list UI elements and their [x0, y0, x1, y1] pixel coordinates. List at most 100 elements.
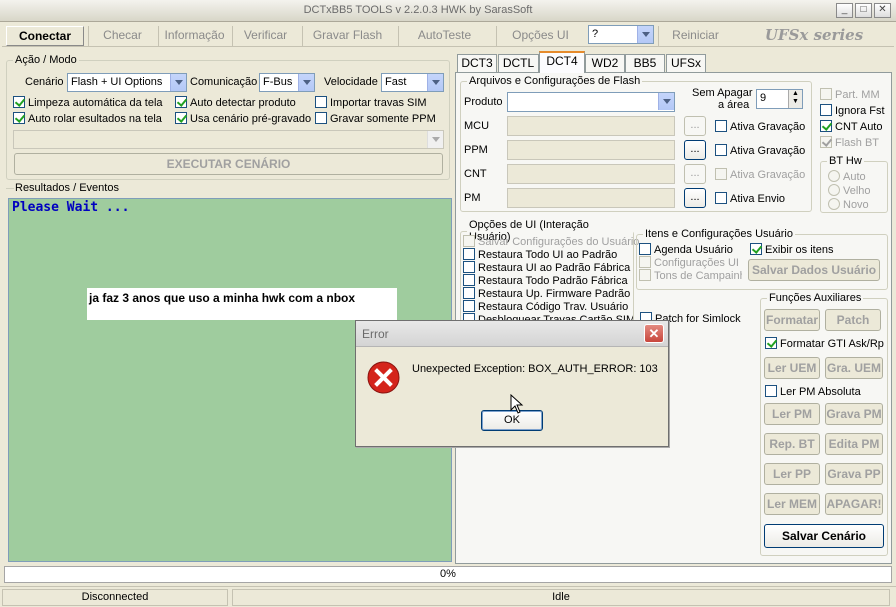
reiniciar-button[interactable]: Reiniciar: [658, 26, 732, 46]
tab-wd2[interactable]: WD2: [585, 54, 625, 72]
ppm-ativa-gravacao-checkbox[interactable]: Ativa Gravação: [715, 144, 805, 157]
salvar-cenario-button[interactable]: Salvar Cenário: [764, 524, 884, 548]
cnt-label: CNT: [464, 168, 487, 180]
tab-bb5[interactable]: BB5: [625, 54, 665, 72]
ui-option-0[interactable]: Salvar Configurações do Usuário: [463, 235, 639, 248]
patch-button[interactable]: Patch: [825, 309, 881, 331]
formatar-button[interactable]: Formatar: [764, 309, 820, 331]
bt-novo-radio[interactable]: Novo: [828, 198, 869, 211]
formatar-gti-checkbox[interactable]: Formatar GTI Ask/Rp: [765, 337, 884, 350]
dialog-close-icon[interactable]: ✕: [644, 324, 664, 343]
ler-pp-button[interactable]: Ler PP: [764, 463, 820, 485]
apagar-button[interactable]: APAGAR!: [825, 493, 883, 515]
close-icon[interactable]: ✕: [874, 3, 891, 18]
ppm-browse-button[interactable]: ...: [684, 140, 706, 160]
executar-cenario-button[interactable]: EXECUTAR CENÁRIO: [14, 153, 443, 175]
rep-bt-button[interactable]: Rep. BT: [764, 433, 820, 455]
mcu-ativa-gravacao-checkbox[interactable]: Ativa Gravação: [715, 120, 805, 133]
ppm-ativa-label: Ativa Gravação: [730, 145, 806, 157]
ui-option-label: Restaura Todo Padrão Fábrica: [478, 275, 628, 287]
mcu-file-field[interactable]: [507, 116, 675, 136]
cnt-ativa-gravacao-checkbox[interactable]: Ativa Gravação: [715, 168, 805, 181]
cnt-auto-checkbox[interactable]: CNT Auto: [820, 120, 883, 133]
checar-button[interactable]: Checar: [88, 26, 156, 46]
config-ui-checkbox[interactable]: Configurações UI: [639, 256, 739, 269]
gravar-ppm-checkbox[interactable]: Gravar somente PPM: [315, 112, 436, 125]
ler-pm-absoluta-checkbox[interactable]: Ler PM Absoluta: [765, 385, 861, 398]
usa-cenario-checkbox[interactable]: Usa cenário pré-gravado: [175, 112, 311, 125]
mcu-browse-button[interactable]: ...: [684, 116, 706, 136]
verificar-button[interactable]: Verificar: [232, 26, 298, 46]
minimize-icon[interactable]: _: [836, 3, 853, 18]
ignora-fst-checkbox[interactable]: Ignora Fst: [820, 104, 885, 117]
progress-bar: 0%: [4, 566, 892, 583]
salvar-dados-button[interactable]: Salvar Dados Usuário: [748, 259, 880, 281]
gravar-flash-button[interactable]: Gravar Flash: [302, 26, 392, 46]
chevron-down-icon: [427, 131, 443, 148]
velocidade-label: Velocidade: [324, 76, 378, 88]
comunicacao-select[interactable]: F-Bus: [259, 73, 315, 92]
checkbox-icon: [639, 256, 651, 268]
checkbox-icon: [463, 287, 475, 299]
limpeza-checkbox[interactable]: Limpeza automática da tela: [13, 96, 163, 109]
tons-checkbox[interactable]: Tons de Campainha: [639, 269, 742, 282]
agenda-checkbox[interactable]: Agenda Usuário: [639, 243, 733, 256]
cenario-select[interactable]: Flash + UI Options: [67, 73, 187, 92]
ui-option-2[interactable]: Restaura UI ao Padrão Fábrica: [463, 261, 630, 274]
auto-detectar-checkbox[interactable]: Auto detectar produto: [175, 96, 296, 109]
checkbox-icon: [639, 269, 651, 281]
produto-select[interactable]: [507, 92, 675, 112]
bt-auto-radio[interactable]: Auto: [828, 170, 866, 183]
flash-legend: Arquivos e Configurações de Flash: [469, 75, 641, 87]
formatar-gti-label: Formatar GTI Ask/Rp: [780, 338, 884, 350]
grava-pp-button[interactable]: Grava PP: [825, 463, 883, 485]
toolbar: Conectar Checar Informação Verificar Gra…: [2, 23, 894, 47]
pm-ativa-envio-checkbox[interactable]: Ativa Envio: [715, 192, 785, 205]
cnt-browse-button[interactable]: ...: [684, 164, 706, 184]
spinner-arrows-icon[interactable]: ▲ ▼: [788, 90, 802, 108]
tab-dct3[interactable]: DCT3: [457, 54, 497, 72]
maximize-icon[interactable]: □: [855, 3, 872, 18]
ui-option-1[interactable]: Restaura Todo UI ao Padrão: [463, 248, 617, 261]
importar-travas-checkbox[interactable]: Importar travas SIM: [315, 96, 427, 109]
tab-ufsx[interactable]: UFSx: [666, 54, 706, 72]
area-spinner[interactable]: 9 ▲ ▼: [756, 89, 803, 109]
ui-option-5[interactable]: Restaura Código Trav. Usuário: [463, 300, 628, 313]
ler-pm-button[interactable]: Ler PM: [764, 403, 820, 425]
part-mm-checkbox[interactable]: Part. MM: [820, 88, 880, 101]
velocidade-select[interactable]: Fast: [381, 73, 444, 92]
edita-pm-button[interactable]: Edita PM: [825, 433, 883, 455]
conectar-button[interactable]: Conectar: [6, 26, 84, 46]
pm-browse-button[interactable]: ...: [684, 188, 706, 208]
auto-rolar-checkbox[interactable]: Auto rolar esultados na tela: [13, 112, 162, 125]
ler-mem-button[interactable]: Ler MEM: [764, 493, 820, 515]
cenario-file-select[interactable]: [13, 130, 444, 149]
importar-travas-label: Importar travas SIM: [330, 97, 427, 109]
bt-velho-radio[interactable]: Velho: [828, 184, 871, 197]
gra-uem-button[interactable]: Gra. UEM: [825, 357, 883, 379]
mcu-ativa-label: Ativa Gravação: [730, 121, 806, 133]
checkbox-checked-icon: [820, 120, 832, 132]
exibir-checkbox[interactable]: Exibir os itens: [750, 243, 833, 256]
opcoes-ui-button[interactable]: Opções UI: [496, 26, 584, 46]
checkbox-icon: [639, 243, 651, 255]
ui-option-4[interactable]: Restaura Up. Firmware Padrão: [463, 287, 630, 300]
flash-bt-checkbox[interactable]: Flash BT: [820, 136, 879, 149]
autoteste-button[interactable]: AutoTeste: [398, 26, 490, 46]
ignora-fst-label: Ignora Fst: [835, 105, 885, 117]
velocidade-select-value: Fast: [385, 76, 407, 88]
tab-dctl[interactable]: DCTL: [498, 54, 539, 72]
cnt-file-field[interactable]: [507, 164, 675, 184]
pm-file-field[interactable]: [507, 188, 675, 208]
chevron-down-icon: [427, 74, 443, 91]
model-select[interactable]: ?: [588, 25, 654, 44]
informacao-button[interactable]: Informação: [158, 26, 230, 46]
grava-pm-button[interactable]: Grava PM: [825, 403, 883, 425]
checkbox-icon: [820, 88, 832, 100]
ppm-file-field[interactable]: [507, 140, 675, 160]
ui-option-3[interactable]: Restaura Todo Padrão Fábrica: [463, 274, 628, 287]
checkbox-icon: [820, 104, 832, 116]
tab-dct4[interactable]: DCT4: [539, 51, 585, 73]
usa-cenario-label: Usa cenário pré-gravado: [190, 113, 312, 125]
ler-uem-button[interactable]: Ler UEM: [764, 357, 820, 379]
